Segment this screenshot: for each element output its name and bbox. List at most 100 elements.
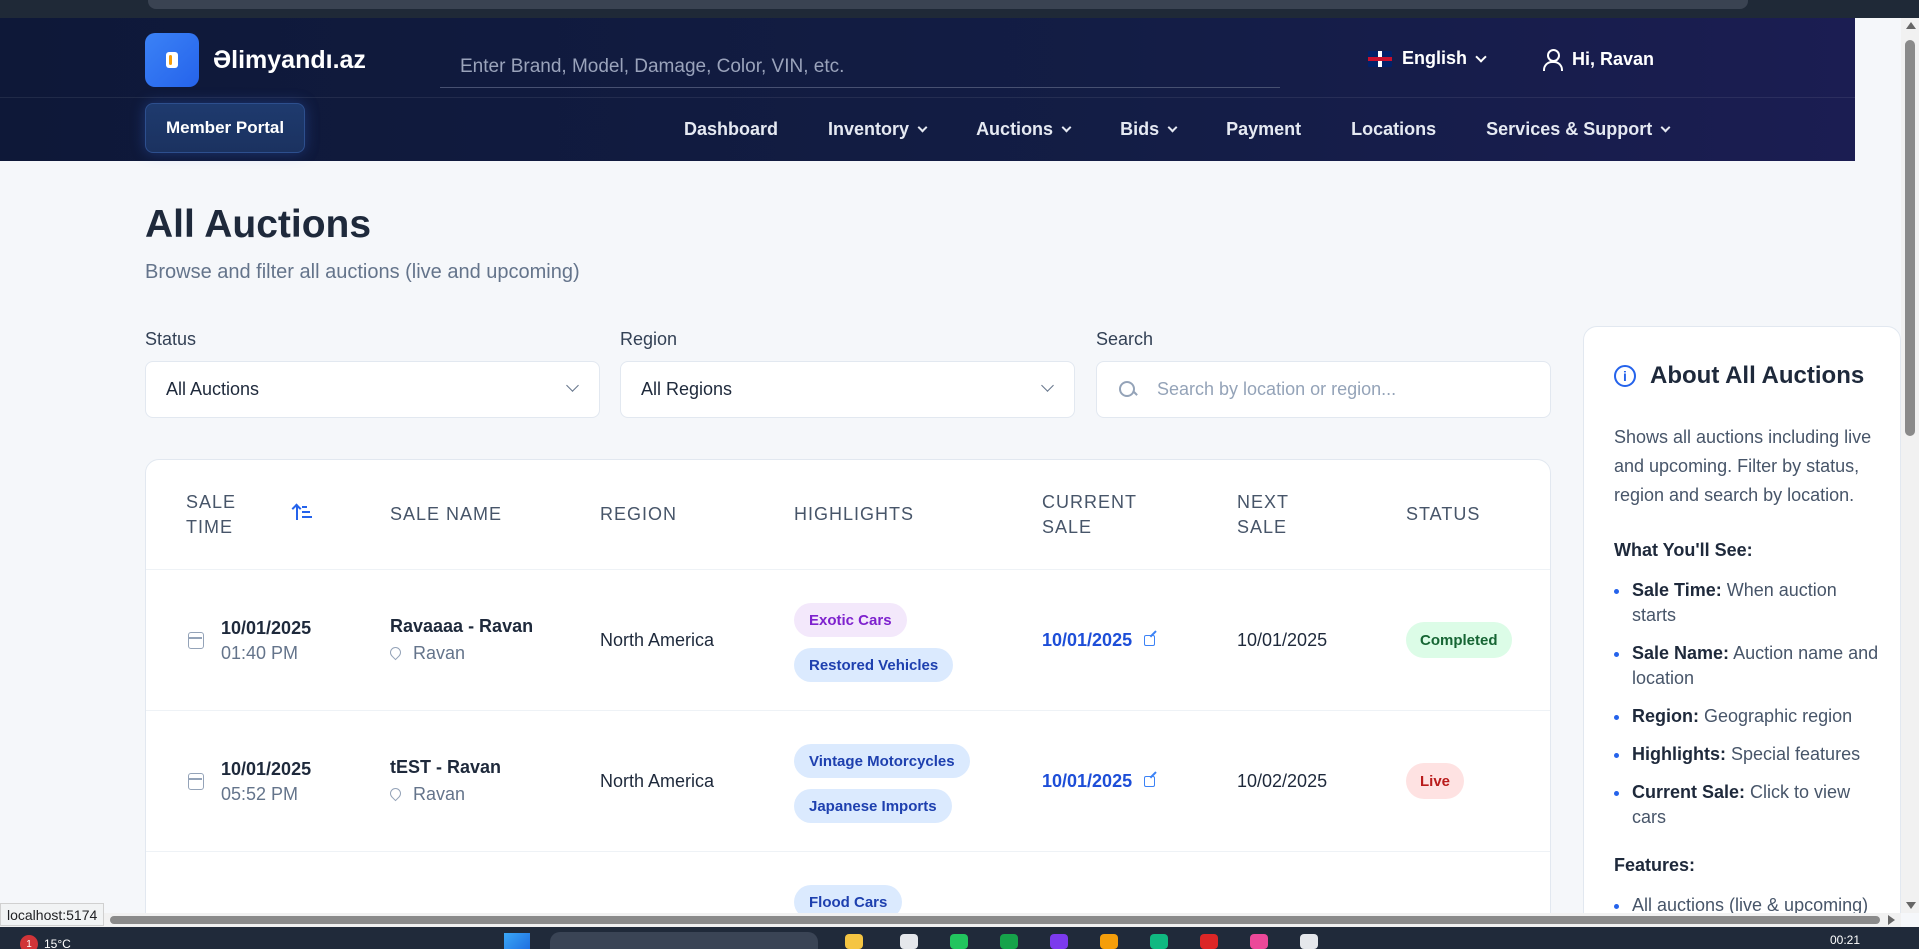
horizontal-scrollbar[interactable] [0,913,1901,927]
nav-label: Locations [1351,119,1437,139]
region-filter-label: Region [620,329,678,349]
app-icon[interactable] [1050,934,1068,949]
list-item: Region: Geographic region [1614,704,1884,729]
nav-inventory[interactable]: Inventory [828,119,928,140]
sale-location-label: Ravan [413,784,466,804]
chevron-down-icon [566,379,579,392]
sale-time: 05:52 PM [221,784,299,804]
nav-label: Dashboard [684,119,779,139]
os-taskbar: 1 15°C 00:21 [0,927,1919,949]
what-you-see-list: Sale Time: When auction starts Sale Name… [1614,578,1884,843]
link-status-url: localhost:5174 [0,903,105,926]
brand-name[interactable]: Əlimyandı.az [213,46,366,75]
page-title: All Auctions [145,203,372,246]
app-icon[interactable] [950,934,968,949]
uk-flag-icon [1368,50,1392,67]
chevron-down-icon [1660,122,1671,133]
horizontal-scroll-thumb[interactable] [110,916,1880,924]
region-filter-select[interactable]: All Regions [620,361,1075,418]
nav-services-support[interactable]: Services & Support [1486,119,1671,140]
sort-ascending-icon[interactable] [294,505,312,523]
highlight-tag: Japanese Imports [794,789,952,823]
what-you-see-heading: What You'll See: [1614,540,1753,560]
info-icon: i [1614,365,1636,387]
app-icon[interactable] [900,934,918,949]
highlight-tag: Vintage Motorcycles [794,744,970,778]
current-sale-link[interactable]: 10/01/2025 [1042,630,1156,651]
global-search-input[interactable]: Enter Brand, Model, Damage, Color, VIN, … [440,46,1280,88]
nav-bids[interactable]: Bids [1120,119,1178,140]
nav-label: Inventory [828,119,910,139]
weather-widget[interactable]: 1 15°C [20,935,71,949]
external-link-icon [1144,776,1156,787]
col-region: REGION [600,504,678,524]
scroll-up-arrow-icon[interactable] [1906,22,1916,29]
language-selector[interactable]: English [1368,48,1487,69]
current-sale-date: 10/01/2025 [1042,771,1133,791]
current-sale-date: 10/01/2025 [1042,630,1133,650]
nav-locations[interactable]: Locations [1351,119,1436,140]
scroll-down-arrow-icon[interactable] [1906,902,1916,909]
location-search-placeholder: Search by location or region... [1157,379,1397,399]
nav-label: Auctions [976,119,1054,139]
table-row[interactable]: 10/01/2025 05:52 PM tEST - Ravan Ravan N… [146,711,1550,852]
map-pin-icon [390,647,401,661]
about-description: Shows all auctions including live and up… [1614,427,1872,505]
vertical-scrollbar[interactable] [1901,18,1919,913]
user-menu[interactable]: Hi, Ravan [1542,48,1654,71]
main-nav: Dashboard Inventory Auctions Bids Paymen… [684,98,1719,161]
sale-date: 10/01/2025 [221,759,312,779]
vertical-scroll-thumb[interactable] [1905,40,1915,436]
sale-name: Ravaaaa - Ravan [390,616,534,636]
region-filter-value: All Regions [641,379,733,399]
external-link-icon [1144,635,1156,646]
app-icon[interactable] [1200,934,1218,949]
nav-auctions[interactable]: Auctions [976,119,1072,140]
scroll-right-arrow-icon[interactable] [1888,915,1895,925]
app-icon[interactable] [1150,934,1168,949]
logo-icon[interactable] [145,33,199,87]
col-next-sale: NEXT SALE [1237,492,1289,537]
sale-date: 10/01/2025 [221,618,312,638]
app-icon[interactable] [1000,934,1018,949]
current-sale-link[interactable]: 10/01/2025 [1042,771,1156,792]
site-header: Əlimyandı.az Enter Brand, Model, Damage,… [0,18,1855,161]
col-sale-time[interactable]: SALE TIME [186,490,266,540]
member-portal-button[interactable]: Member Portal [145,103,305,153]
col-highlights: HIGHLIGHTS [794,504,915,524]
temperature: 15°C [44,937,71,949]
app-icon[interactable] [1300,934,1318,949]
global-search-placeholder: Enter Brand, Model, Damage, Color, VIN, … [460,55,845,77]
browser-tab-strip [148,0,1748,9]
list-item: Sale Name: Auction name and location [1614,641,1884,691]
notification-badge: 1 [20,935,38,949]
status-filter-select[interactable]: All Auctions [145,361,600,418]
windows-start-icon[interactable] [504,933,530,949]
app-icon[interactable] [1100,934,1118,949]
browser-top-bar [0,0,1919,18]
chevron-down-icon [1041,379,1054,392]
nav-dashboard[interactable]: Dashboard [684,119,778,140]
app-icon[interactable] [845,934,863,949]
status-filter-value: All Auctions [166,379,260,399]
auctions-table: SALE TIME SALE NAME REGION HIGHLIGHTS CU… [145,459,1551,949]
page-subtitle: Browse and filter all auctions (live and… [145,261,580,283]
taskbar-search[interactable] [550,932,818,949]
table-row[interactable]: 10/01/2025 01:40 PM Ravaaaa - Ravan Rava… [146,570,1550,711]
sale-location-label: Ravan [413,643,466,663]
table-header: SALE TIME SALE NAME REGION HIGHLIGHTS CU… [146,460,1550,570]
next-sale-date: 10/02/2025 [1237,771,1328,791]
sale-location: Ravan [390,643,465,664]
col-current-sale: CURRENT SALE [1042,492,1137,537]
status-filter-label: Status [145,329,197,349]
status-badge: Live [1406,763,1465,799]
chevron-down-icon [1061,122,1072,133]
app-icon[interactable] [1250,934,1268,949]
list-item: Current Sale: Click to view cars [1614,780,1884,830]
col-sale-name: SALE NAME [390,504,503,524]
calendar-icon [188,632,204,649]
location-search-input[interactable]: Search by location or region... [1096,361,1551,418]
about-panel: i About All Auctions Shows all auctions … [1583,326,1901,949]
map-pin-icon [390,788,401,802]
nav-payment[interactable]: Payment [1226,119,1301,140]
